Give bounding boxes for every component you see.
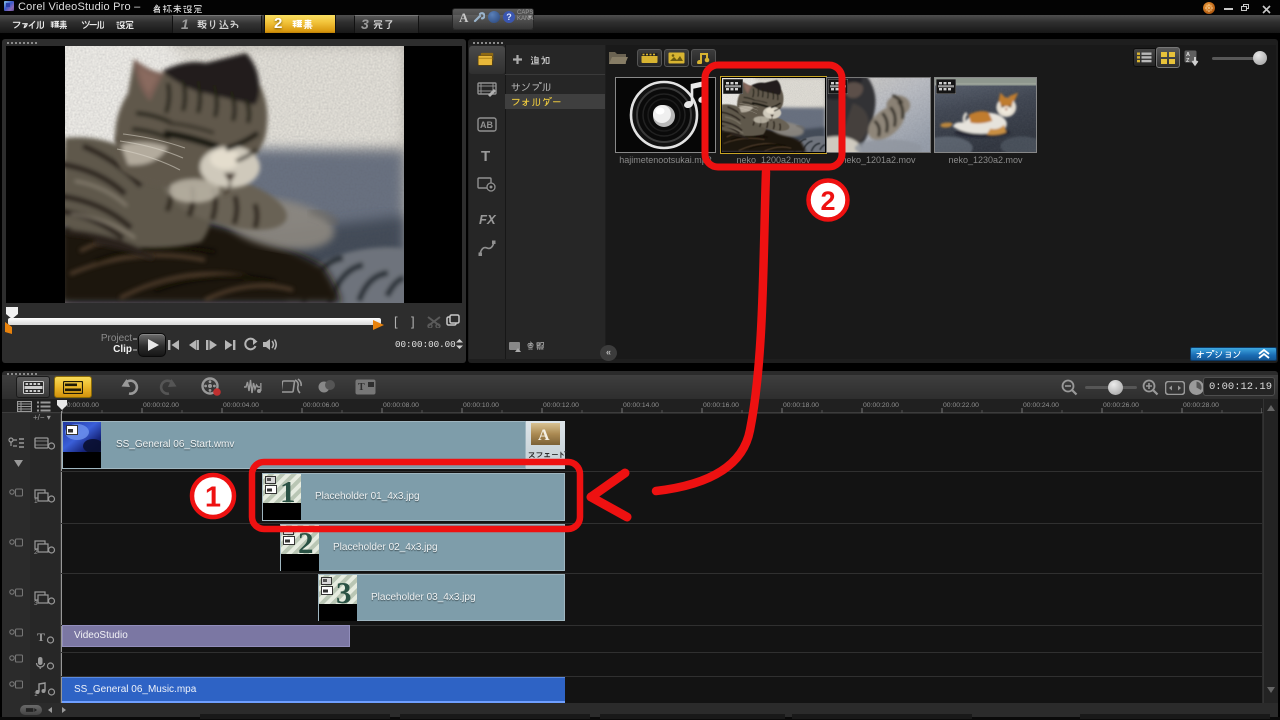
- svg-text:2: 2: [820, 186, 835, 216]
- svg-text:1: 1: [205, 482, 221, 514]
